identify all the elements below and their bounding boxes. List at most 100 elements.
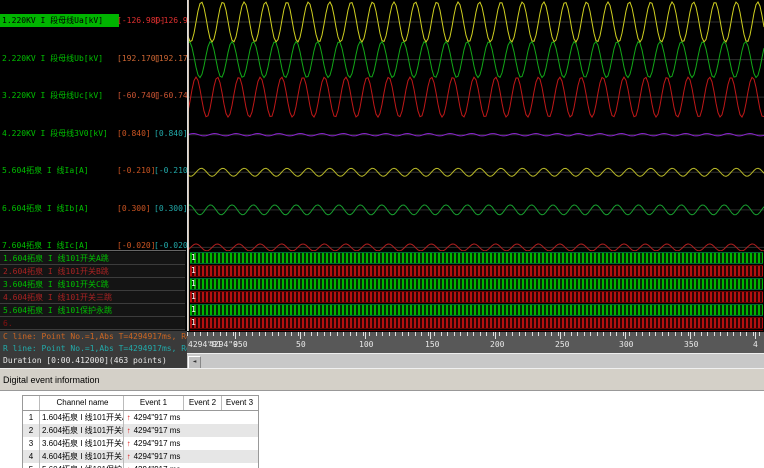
event-table-row[interactable]: 55.604拓泉 I 线101保护永跳↑4294"917 ms <box>23 463 258 468</box>
digital-channel-row[interactable]: 4.604拓泉 I 线101开关三跳 <box>0 291 185 304</box>
c-cursor-line[interactable] <box>188 0 189 331</box>
digital-state-value: 1 <box>191 292 196 301</box>
minor-tick <box>245 332 247 336</box>
minor-tick <box>434 332 435 336</box>
minor-tick <box>304 332 305 336</box>
minor-tick <box>252 332 253 336</box>
minor-tick <box>421 332 422 336</box>
digital-state-value: 1 <box>191 318 196 327</box>
cursor-value-1: [-0.210] <box>117 166 156 176</box>
digital-channel-panel: 1.604拓泉 I 线101开关A跳 2.604拓泉 I 线101开关B跳 3.60… <box>0 250 186 332</box>
minor-tick <box>713 332 715 336</box>
analog-channel-row[interactable]: 3.220KV I 段母线Uc[kV] [-60.740] [-60.740] <box>0 89 197 102</box>
analog-traces <box>188 1 764 251</box>
minor-tick <box>343 332 344 336</box>
analog-channel-row[interactable]: 4.220KV I 段母线3V0[kV] [0.840] [0.840] <box>0 127 188 140</box>
minor-tick <box>642 332 643 336</box>
event-table-area: Channel name Event 1 Event 2 Event 3 1 1.604拓… <box>0 390 764 468</box>
minor-tick <box>499 332 500 336</box>
analog-channel-row[interactable]: 1.220KV I 段母线Ua[kV] [-126.980] [-126.980] <box>0 14 202 27</box>
digital-channel-row[interactable]: 2.604拓泉 I 线101开关B跳 <box>0 265 185 278</box>
digital-state-bar: 1 <box>190 278 763 290</box>
header-event1: Event 1 <box>123 396 183 410</box>
rising-edge-arrow-icon: ↑ <box>126 426 131 435</box>
event-table-row[interactable]: 4 4.604拓泉 I 线101开关三跳↑4294"917 ms <box>23 450 258 463</box>
minor-tick <box>362 332 364 336</box>
minor-tick <box>401 332 403 336</box>
digital-channel-row[interactable]: 6. <box>0 317 185 330</box>
time-axis-label: 200 <box>490 340 505 349</box>
minor-tick <box>239 332 240 336</box>
time-axis-label: 300 <box>619 340 634 349</box>
row-number: 2 <box>28 426 34 435</box>
minor-tick <box>382 332 383 336</box>
waveform-area[interactable]: 1 1 1 1 1 1 1 <box>187 0 764 331</box>
major-tick <box>755 332 756 339</box>
digital-channel-row[interactable]: 5.604拓泉 I 线101保护永跳 <box>0 304 185 317</box>
minor-tick <box>447 332 448 336</box>
minor-tick <box>512 332 513 336</box>
major-tick <box>365 332 366 339</box>
analog-channel-name[interactable]: 1.220KV I 段母线Ua[kV] <box>0 14 119 27</box>
analog-channel-name[interactable]: 4.220KV I 段母线3V0[kV] <box>2 127 108 140</box>
minor-tick <box>694 332 695 336</box>
minor-tick <box>583 332 585 336</box>
analog-channel-row[interactable]: 5.604拓泉 I 线Ia[A] [-0.210] [-0.210] <box>0 164 193 177</box>
cursor-value-2: [0.300] <box>154 203 188 213</box>
digital-state-value: 1 <box>191 253 196 262</box>
event-table: Channel name Event 1 Event 2 Event 3 1 1.604拓… <box>22 395 259 468</box>
minor-tick <box>733 332 734 336</box>
major-tick <box>560 332 561 339</box>
digital-state-bar: 1 <box>190 317 763 329</box>
minor-tick <box>739 332 741 336</box>
row-number: 5 <box>23 463 39 468</box>
time-axis-label: 150 <box>425 340 440 349</box>
header-event2: Event 2 <box>183 396 221 410</box>
minor-tick <box>297 332 299 336</box>
minor-tick <box>226 332 227 336</box>
time-axis-label: 100 <box>359 340 374 349</box>
minor-tick <box>544 332 546 336</box>
time-axis-label: 50 <box>296 340 306 349</box>
event-table-row[interactable]: 1 1.604拓泉 I 线101开关A跳↑4294"917 ms <box>23 411 258 424</box>
event-table-row[interactable]: 2 2.604拓泉 I 线101开关B跳↑4294"917 ms <box>23 424 258 437</box>
event1-cell: ↑4294"917 ms <box>123 437 183 450</box>
minor-tick <box>349 332 351 336</box>
minor-tick <box>538 332 539 336</box>
rising-edge-arrow-icon: ↑ <box>126 439 131 448</box>
minor-tick <box>388 332 390 336</box>
minor-tick <box>505 332 507 336</box>
digital-event-title: Digital event information <box>3 375 100 385</box>
minor-tick <box>752 332 754 336</box>
analog-channel-name[interactable]: 2.220KV I 段母线Ub[kV] <box>2 52 103 65</box>
minor-tick <box>466 332 468 336</box>
analog-channel-row[interactable]: 2.220KV I 段母线Ub[kV] [192.170] [192.170] <box>0 52 197 65</box>
analog-channel-name[interactable]: 5.604拓泉 I 线Ia[A] <box>2 164 89 177</box>
digital-channel-row[interactable]: 1.604拓泉 I 线101开关A跳 <box>0 252 185 265</box>
digital-state-value: 1 <box>191 279 196 288</box>
minor-tick <box>629 332 630 336</box>
time-axis-label: 4294"950 <box>209 340 248 349</box>
event-table-row[interactable]: 3 3.604拓泉 I 线101开关C跳↑4294"917 ms <box>23 437 258 450</box>
digital-state-bar: 1 <box>190 330 763 331</box>
minor-tick <box>284 332 286 336</box>
minor-tick <box>518 332 520 336</box>
minor-tick <box>603 332 604 336</box>
minor-tick <box>473 332 474 336</box>
minor-tick <box>323 332 325 336</box>
analog-channel-name[interactable]: 3.220KV I 段母线Uc[kV] <box>2 89 103 102</box>
wave-horizontal-scrollbar[interactable]: ◄ <box>187 353 764 369</box>
analog-channel-name[interactable]: 6.604拓泉 I 线Ib[A] <box>2 202 89 215</box>
digital-state-value: 1 <box>191 266 196 275</box>
major-tick <box>625 332 626 339</box>
minor-tick <box>336 332 338 336</box>
duration-status: Duration [0:00.412000](463 points) <box>3 356 167 365</box>
event-channel-name: 3.604拓泉 I 线101开关C跳 <box>39 437 123 450</box>
digital-channel-row[interactable]: 3.604拓泉 I 线101开关C跳 <box>0 278 185 291</box>
cursor-value-2: [0.840] <box>154 128 188 138</box>
minor-tick <box>492 332 494 336</box>
analog-channel-row[interactable]: 6.604拓泉 I 线Ib[A] [0.300] [0.300] <box>0 202 188 215</box>
minor-tick <box>707 332 708 336</box>
c-line-status: C line: Point No.=1,Abs T=4294917ms, Rel… <box>3 332 187 341</box>
minor-tick <box>531 332 533 336</box>
